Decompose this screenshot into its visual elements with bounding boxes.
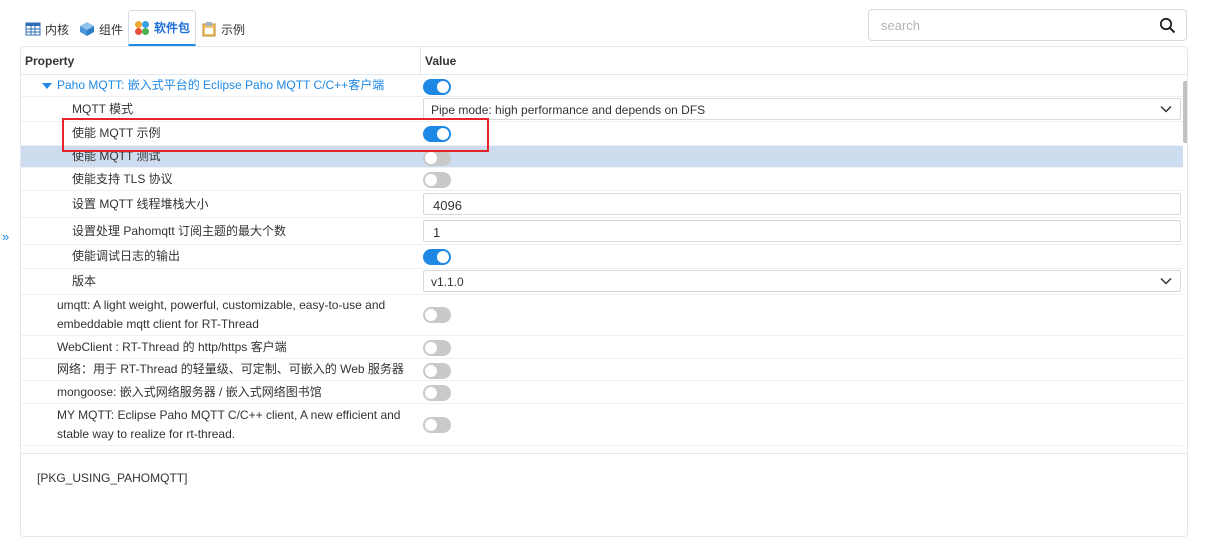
property-label: 使能 MQTT 测试 (72, 149, 161, 163)
table-row[interactable]: umqtt: A light weight, powerful, customi… (21, 295, 1183, 336)
table-row[interactable]: 使能 MQTT 示例 (21, 122, 1183, 146)
clipboard-icon (201, 21, 217, 37)
tab-bar: 内核 组件 软件包 示例 (20, 10, 250, 46)
property-label: 设置处理 Pahomqtt 订阅主题的最大个数 (72, 223, 287, 238)
column-divider[interactable] (420, 47, 421, 75)
packages-icon (134, 20, 150, 36)
stack-size-input[interactable] (431, 197, 1131, 214)
chevron-down-icon (1160, 275, 1172, 287)
grid-header: Property Value (21, 47, 1187, 75)
table-icon (25, 21, 41, 37)
table-row[interactable]: 使能调试日志的输出 (21, 245, 1183, 269)
table-row[interactable]: MY MQTT: Eclipse Paho MQTT C/C++ client,… (21, 404, 1183, 446)
table-row[interactable]: 设置 MQTT 线程堆栈大小 (21, 191, 1183, 218)
stack-size-field[interactable] (423, 193, 1181, 215)
property-label: 网络：用于 RT-Thread 的轻量级、可定制、可嵌入的 Web 服务器 (57, 362, 404, 376)
property-label: Paho MQTT: 嵌入式平台的 Eclipse Paho MQTT C/C+… (42, 75, 384, 96)
chevron-down-icon (1160, 103, 1172, 115)
table-row[interactable]: WebClient : RT-Thread 的 http/https 客户端 (21, 336, 1183, 359)
property-label: WebClient : RT-Thread 的 http/https 客户端 (57, 339, 287, 354)
max-topics-input[interactable] (431, 224, 1131, 241)
property-label: 使能 MQTT 示例 (72, 126, 161, 140)
max-topics-field[interactable] (423, 220, 1181, 242)
toggle-switch[interactable] (423, 340, 451, 356)
property-label: mongoose: 嵌入式网络服务器 / 嵌入式网络图书馆 (57, 384, 322, 399)
property-label: 使能调试日志的输出 (72, 249, 181, 263)
tab-packages-label: 软件包 (154, 21, 191, 35)
table-row[interactable]: 设置处理 Pahomqtt 订阅主题的最大个数 (21, 218, 1183, 245)
tab-kernel[interactable]: 内核 (20, 12, 74, 46)
search-box (868, 9, 1187, 41)
table-row[interactable]: 版本 v1.1.0 (21, 269, 1183, 295)
toggle-switch[interactable] (423, 417, 451, 433)
cube-icon (79, 21, 95, 37)
column-header-value: Value (425, 54, 457, 68)
search-icon[interactable] (1159, 17, 1176, 34)
search-input[interactable] (879, 17, 1149, 34)
caret-down-icon[interactable] (42, 82, 52, 89)
tab-examples-label: 示例 (221, 22, 246, 37)
property-grid: Property Value Paho MQTT: 嵌入式平台的 Eclipse… (21, 47, 1187, 454)
tab-components-label: 组件 (99, 22, 124, 37)
toggle-switch[interactable] (423, 172, 451, 188)
description-text: [PKG_USING_PAHOMQTT] (37, 471, 188, 485)
table-row[interactable]: 使能 MQTT 测试 (21, 146, 1183, 168)
property-label: 版本 (72, 274, 97, 288)
tab-components[interactable]: 组件 (74, 12, 128, 46)
tab-examples[interactable]: 示例 (196, 12, 250, 46)
tab-kernel-label: 内核 (45, 22, 70, 37)
property-label: 设置 MQTT 线程堆栈大小 (72, 196, 209, 211)
property-label: MY MQTT: Eclipse Paho MQTT C/C++ client,… (57, 407, 401, 441)
table-row[interactable]: mongoose: 嵌入式网络服务器 / 嵌入式网络图书馆 (21, 381, 1183, 404)
table-row[interactable]: MQTT 模式 Pipe mode: high performance and … (21, 97, 1183, 122)
toggle-switch[interactable] (423, 363, 451, 379)
table-row[interactable]: Paho MQTT: 嵌入式平台的 Eclipse Paho MQTT C/C+… (21, 75, 1183, 97)
property-label: MQTT 模式 (72, 101, 134, 116)
table-row[interactable]: 网络：用于 RT-Thread 的轻量级、可定制、可嵌入的 Web 服务器 (21, 359, 1183, 381)
property-label: 使能支持 TLS 协议 (72, 171, 173, 186)
property-panel: Property Value Paho MQTT: 嵌入式平台的 Eclipse… (20, 46, 1188, 537)
toggle-switch[interactable] (423, 249, 451, 265)
property-label: umqtt: A light weight, powerful, customi… (57, 298, 386, 331)
toggle-switch[interactable] (423, 79, 451, 95)
scrollbar-thumb[interactable] (1183, 81, 1187, 143)
mode-select[interactable]: Pipe mode: high performance and depends … (423, 98, 1181, 120)
toggle-switch[interactable] (423, 307, 451, 323)
version-select[interactable]: v1.1.0 (423, 270, 1181, 292)
tab-packages[interactable]: 软件包 (128, 10, 197, 46)
expand-sidebar-icon[interactable]: » (2, 229, 9, 244)
toggle-switch[interactable] (423, 385, 451, 401)
toggle-switch[interactable] (423, 150, 451, 166)
table-row[interactable]: 使能支持 TLS 协议 (21, 168, 1183, 191)
column-header-property: Property (25, 54, 75, 68)
toggle-switch[interactable] (423, 126, 451, 142)
